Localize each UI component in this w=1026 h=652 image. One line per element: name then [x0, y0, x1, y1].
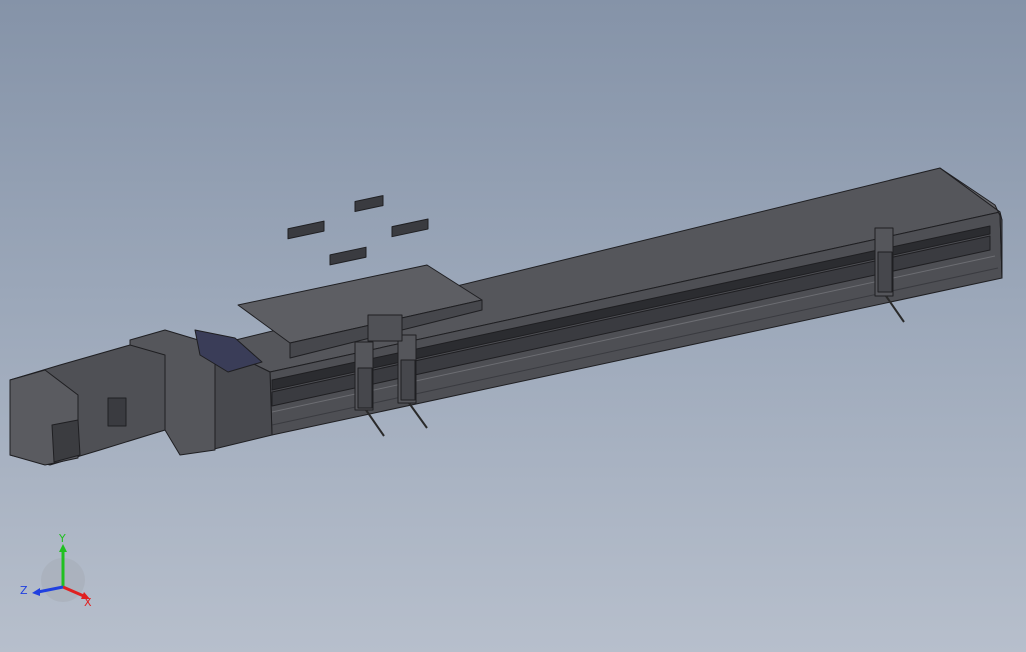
- carriage-slot-2: [354, 195, 384, 213]
- carriage-slot-1: [287, 220, 325, 240]
- x-axis-label: X: [84, 596, 92, 609]
- z-axis-arrow: [32, 588, 40, 596]
- motor-connector: [107, 397, 127, 427]
- linear-actuator-model[interactable]: [0, 0, 1026, 652]
- y-axis-label: Y: [58, 532, 66, 545]
- z-axis-label: Z: [20, 584, 28, 597]
- axis-triad: Y X Z: [20, 532, 92, 609]
- y-axis-arrow: [59, 544, 67, 552]
- cad-viewport[interactable]: Y X Z: [0, 0, 1026, 652]
- carriage-slot-3: [329, 246, 367, 266]
- motor-cover: [51, 419, 81, 463]
- carriage-slot-4: [391, 218, 429, 238]
- sensor-bracket: [367, 314, 403, 342]
